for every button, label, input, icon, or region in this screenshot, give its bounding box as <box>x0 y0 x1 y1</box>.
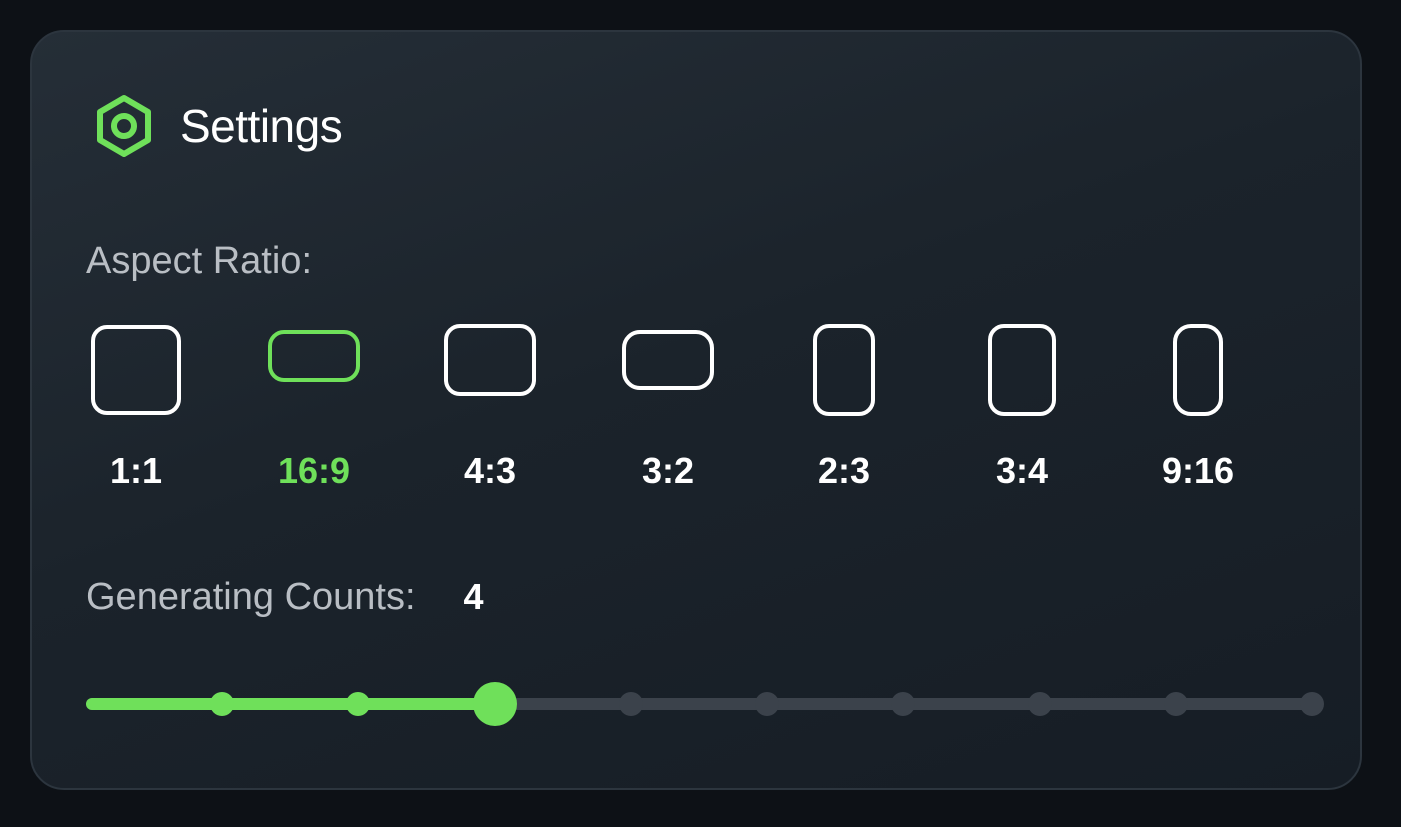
slider-step-tick[interactable] <box>346 692 371 716</box>
aspect-option-label: 4:3 <box>463 450 517 491</box>
aspect-option-4-3[interactable]: 4:3 <box>410 320 570 500</box>
aspect-option-1-1[interactable]: 1:1 <box>56 320 216 500</box>
slider-step-tick[interactable] <box>210 692 235 716</box>
panel-title: Settings <box>180 100 343 152</box>
generating-counts-row: Generating Counts: 4 <box>86 576 484 619</box>
slider-step-tick[interactable] <box>1300 692 1324 716</box>
aspect-option-label: 16:9 <box>277 450 351 491</box>
slider-step-tick[interactable] <box>755 692 780 716</box>
generating-counts-value: 4 <box>463 576 484 617</box>
slider-step-tick[interactable] <box>618 692 643 716</box>
settings-hexagon-icon <box>92 94 156 158</box>
aspect-option-label: 1:1 <box>109 450 163 491</box>
tall-ratio-icon <box>1173 324 1223 416</box>
aspect-option-2-3[interactable]: 2:3 <box>764 320 924 500</box>
slider-step-tick[interactable] <box>891 692 916 716</box>
landscape-ratio-icon <box>444 324 536 396</box>
portrait-ratio-icon <box>813 324 875 416</box>
aspect-option-label: 3:4 <box>995 450 1049 491</box>
aspect-option-16-9[interactable]: 16:9 <box>234 320 394 500</box>
aspect-option-9-16[interactable]: 9:16 <box>1118 320 1278 500</box>
aspect-option-3-4[interactable]: 3:4 <box>942 320 1102 500</box>
settings-header: Settings <box>92 94 343 158</box>
aspect-ratio-label: Aspect Ratio: <box>86 240 312 282</box>
settings-card: Settings Aspect Ratio: 1:1 16:9 4:3 3:2 … <box>30 30 1362 790</box>
slider-step-tick[interactable] <box>1027 692 1052 716</box>
square-ratio-icon <box>91 325 181 415</box>
wide-ratio-icon <box>268 330 360 382</box>
slider-step-tick[interactable] <box>1163 692 1188 716</box>
aspect-option-3-2[interactable]: 3:2 <box>588 320 748 500</box>
generating-counts-slider[interactable] <box>86 680 1324 730</box>
landscape-ratio-icon <box>622 330 714 390</box>
slider-thumb[interactable] <box>472 682 517 726</box>
portrait-ratio-icon <box>988 324 1056 416</box>
aspect-option-label: 9:16 <box>1161 450 1235 491</box>
aspect-option-label: 3:2 <box>641 450 695 491</box>
slider-fill <box>86 698 495 710</box>
aspect-option-label: 2:3 <box>817 450 871 491</box>
generating-counts-label: Generating Counts: <box>86 576 416 618</box>
